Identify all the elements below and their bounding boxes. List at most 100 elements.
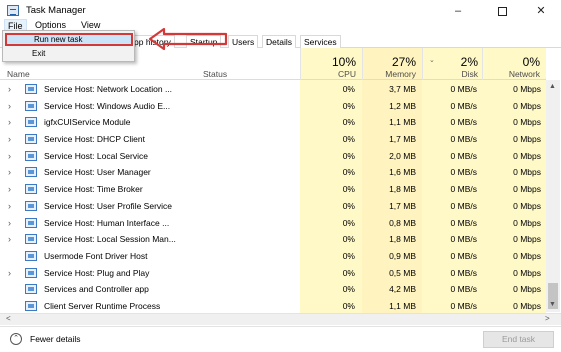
process-cpu: 0% — [342, 117, 355, 128]
process-disk: 0 MB/s — [450, 167, 477, 178]
process-cpu: 0% — [342, 200, 355, 211]
process-disk: 0 MB/s — [450, 300, 477, 311]
process-name: Service Host: User Profile Service — [44, 200, 173, 211]
process-name: Service Host: Time Broker — [44, 184, 143, 195]
scroll-right-icon[interactable]: > — [545, 314, 550, 323]
chevron-right-icon[interactable]: › — [8, 184, 11, 194]
tab-services[interactable]: Services — [300, 35, 341, 48]
process-disk: 0 MB/s — [450, 84, 477, 94]
table-row[interactable]: › Service Host: Plug and Play 0% 0,5 MB 0 MB… — [0, 265, 546, 282]
process-name: igfxCUIService Module — [44, 117, 131, 128]
process-cpu: 0% — [342, 250, 355, 261]
process-cpu: 0% — [342, 284, 355, 295]
column-header-status[interactable]: Status — [203, 69, 227, 79]
process-name: Service Host: Plug and Play — [44, 267, 150, 278]
process-icon — [25, 117, 37, 128]
chevron-right-icon[interactable]: › — [8, 134, 11, 144]
exit-menu-item[interactable]: Exit — [5, 47, 133, 60]
column-header-network[interactable]: Network — [490, 69, 540, 79]
process-cpu: 0% — [342, 150, 355, 161]
fewer-details-link[interactable]: Fewer details — [30, 334, 81, 344]
chevron-up-icon[interactable]: ⌃ — [10, 333, 22, 345]
process-icon — [25, 167, 37, 178]
process-network: 0 Mbps — [513, 84, 541, 94]
process-network: 0 Mbps — [513, 134, 541, 145]
process-name: Usermode Font Driver Host — [44, 250, 148, 261]
table-row[interactable]: › Service Host: User Profile Service 0% 1,7… — [0, 198, 546, 215]
process-icon — [25, 134, 37, 145]
column-header-cpu[interactable]: CPU — [306, 69, 356, 79]
memory-total[interactable]: 27% — [366, 55, 416, 69]
process-disk: 0 MB/s — [450, 100, 477, 111]
process-name: Service Host: Local Session Man... — [44, 234, 176, 245]
process-memory: 1,8 MB — [389, 234, 416, 245]
process-name: Service Host: Human Interface ... — [44, 217, 170, 228]
process-icon — [25, 200, 37, 211]
table-row[interactable]: Usermode Font Driver Host 0% 0,9 MB 0 MB/s 0… — [0, 248, 546, 265]
horizontal-scrollbar[interactable] — [0, 313, 561, 325]
chevron-right-icon[interactable]: › — [8, 151, 11, 161]
process-network: 0 Mbps — [513, 300, 541, 311]
run-new-task-menu-item[interactable]: Run new task — [5, 33, 133, 46]
process-memory: 1,6 MB — [389, 167, 416, 178]
table-row[interactable]: › Service Host: User Manager 0% 1,6 MB 0 MB/… — [0, 164, 546, 181]
process-network: 0 Mbps — [513, 117, 541, 128]
annotation-arrow-icon — [148, 28, 228, 50]
column-header-name[interactable]: Name — [7, 69, 30, 79]
disk-total[interactable]: 2% — [428, 55, 478, 69]
process-icon — [25, 100, 37, 111]
column-header-disk[interactable]: Disk — [428, 69, 478, 79]
process-network: 0 Mbps — [513, 167, 541, 178]
chevron-right-icon[interactable]: › — [8, 201, 11, 211]
table-row[interactable]: › Service Host: Time Broker 0% 1,8 MB 0 MB/s… — [0, 181, 546, 198]
process-memory: 4,2 MB — [389, 284, 416, 295]
process-network: 0 Mbps — [513, 150, 541, 161]
scroll-up-icon[interactable]: ▲ — [549, 83, 556, 90]
end-task-button[interactable]: End task — [483, 331, 554, 348]
table-row[interactable]: › Service Host: DHCP Client 0% 1,7 MB 0 MB/s… — [0, 131, 546, 148]
scroll-left-icon[interactable]: < — [6, 314, 11, 323]
cpu-total[interactable]: 10% — [306, 55, 356, 69]
chevron-right-icon[interactable]: › — [8, 234, 11, 244]
process-memory: 1,7 MB — [389, 200, 416, 211]
process-memory: 1,7 MB — [389, 134, 416, 145]
process-icon — [25, 184, 37, 195]
process-disk: 0 MB/s — [450, 217, 477, 228]
column-divider — [300, 48, 301, 80]
chevron-right-icon[interactable]: › — [8, 84, 11, 94]
column-divider — [362, 48, 363, 80]
table-row[interactable]: › igfxCUIService Module 0% 1,1 MB 0 MB/s 0 Mb… — [0, 114, 546, 131]
process-name: Services and Controller app — [44, 284, 149, 295]
process-memory: 1,8 MB — [389, 184, 416, 195]
table-row[interactable]: Services and Controller app 0% 4,2 MB 0 MB/… — [0, 281, 546, 298]
process-icon — [25, 250, 37, 261]
column-header-memory[interactable]: Memory — [366, 69, 416, 79]
tab-users[interactable]: Users — [228, 35, 259, 48]
table-row[interactable]: › Service Host: Local Session Man... 0% 1,8… — [0, 231, 546, 248]
process-disk: 0 MB/s — [450, 117, 477, 128]
table-row[interactable]: › Service Host: Windows Audio E... 0% 1,2 M… — [0, 98, 546, 115]
process-icon — [25, 84, 37, 94]
tab-details[interactable]: Details — [262, 35, 296, 48]
table-row[interactable]: › Service Host: Human Interface ... 0% 0,8 … — [0, 215, 546, 232]
process-cpu: 0% — [342, 300, 355, 311]
chevron-right-icon[interactable]: › — [8, 117, 11, 127]
chevron-right-icon[interactable]: › — [8, 167, 11, 177]
chevron-right-icon[interactable]: › — [8, 101, 11, 111]
vertical-scrollbar[interactable] — [546, 80, 560, 312]
process-cpu: 0% — [342, 267, 355, 278]
process-cpu: 0% — [342, 100, 355, 111]
footer — [0, 326, 561, 352]
chevron-right-icon[interactable]: › — [8, 218, 11, 228]
process-icon — [25, 267, 37, 278]
process-name: Service Host: DHCP Client — [44, 134, 145, 145]
process-disk: 0 MB/s — [450, 284, 477, 295]
chevron-right-icon[interactable]: › — [8, 268, 11, 278]
scroll-down-icon[interactable]: ▼ — [549, 301, 556, 308]
process-disk: 0 MB/s — [450, 200, 477, 211]
table-row[interactable]: › Service Host: Local Service 0% 2,0 MB 0 MB… — [0, 148, 546, 165]
process-network: 0 Mbps — [513, 100, 541, 111]
process-list: › Service Host: Network Location ... 0% 3,7… — [0, 81, 546, 315]
network-total[interactable]: 0% — [490, 55, 540, 69]
table-row[interactable]: › Service Host: Network Location ... 0% 3,7… — [0, 81, 546, 98]
